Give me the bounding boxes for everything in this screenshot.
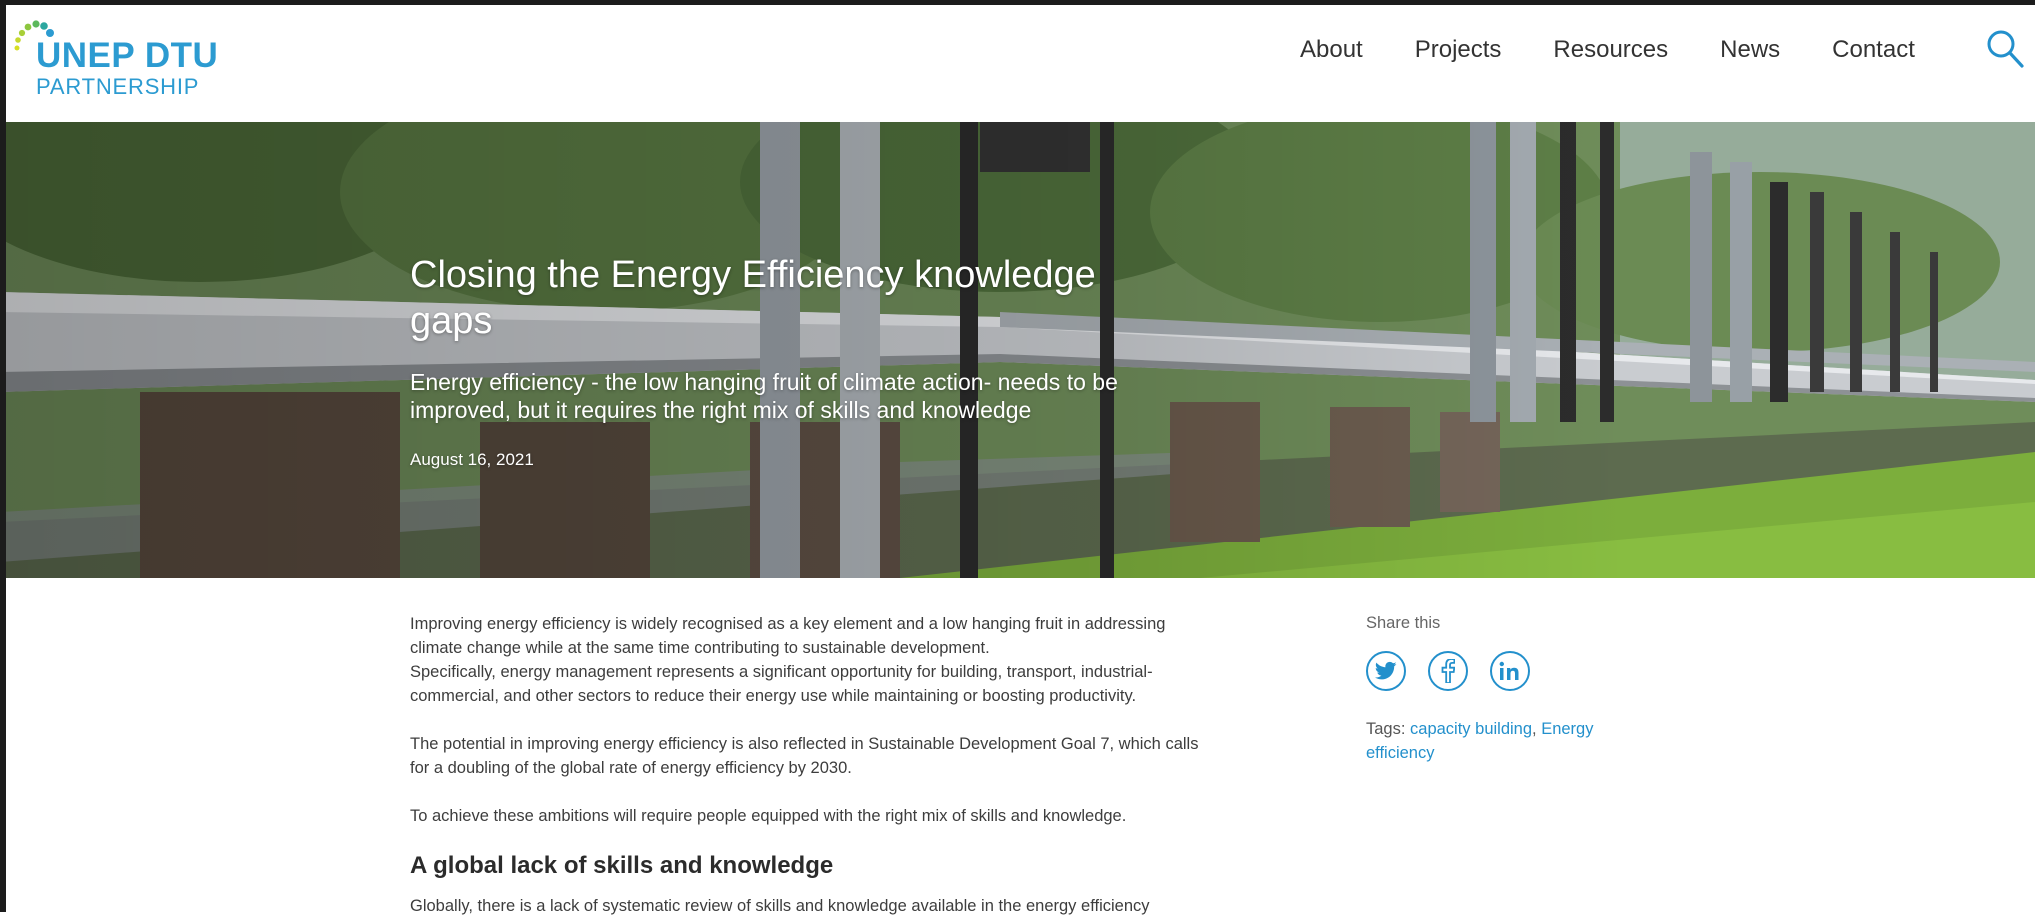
article-paragraph: The potential in improving energy effici… (410, 735, 1199, 777)
article-paragraph-line: Improving energy efficiency is widely re… (410, 615, 1166, 657)
article-paragraph: Improving energy efficiency is widely re… (410, 612, 1210, 708)
publish-date: August 16, 2021 (410, 450, 534, 469)
logo-sub-text: PARTNERSHIP (36, 74, 200, 99)
article-paragraph-line: Specifically, energy management represen… (410, 663, 1153, 705)
tags: Tags: capacity building, Energy efficien… (1366, 717, 1646, 765)
search-button[interactable] (1985, 28, 2025, 70)
unep-dtu-logo[interactable]: UNEP DTU PARTNERSHIP (14, 14, 218, 98)
article-paragraph: To achieve these ambitions will require … (410, 807, 1127, 825)
share-linkedin-button[interactable] (1490, 651, 1530, 691)
article-body: Improving energy efficiency is widely re… (410, 612, 1210, 918)
main-nav: About Projects Resources News Contact (1300, 30, 1915, 70)
page-title: Closing the Energy Efficiency knowledge … (410, 254, 1096, 342)
nav-resources[interactable]: Resources (1553, 30, 1668, 70)
nav-projects[interactable]: Projects (1415, 30, 1502, 70)
hero-banner: Closing the Energy Efficiency knowledge … (0, 122, 2035, 578)
tag-separator: , (1532, 720, 1542, 738)
share-twitter-button[interactable] (1366, 651, 1406, 691)
search-icon (1987, 30, 2024, 68)
logo-main-text: UNEP DTU (36, 36, 219, 75)
site-header: UNEP DTU PARTNERSHIP About Projects Reso… (0, 0, 2035, 122)
share-facebook-button[interactable] (1428, 651, 1468, 691)
nav-about[interactable]: About (1300, 30, 1363, 70)
share-sidebar: Share this Tags: capacity building, Ener… (1366, 614, 1646, 765)
nav-contact[interactable]: Contact (1832, 30, 1915, 70)
section-heading: A global lack of skills and knowledge (410, 852, 834, 879)
share-label: Share this (1366, 614, 1441, 632)
share-icons (1366, 651, 1646, 691)
tags-label: Tags: (1366, 720, 1406, 738)
tag-link[interactable]: capacity building (1410, 720, 1532, 738)
page-subtitle: Energy efficiency - the low hanging frui… (410, 369, 1118, 423)
twitter-icon (1375, 661, 1397, 680)
facebook-icon (1441, 659, 1455, 683)
hero-overlay (0, 122, 2035, 578)
linkedin-icon (1499, 661, 1519, 680)
nav-news[interactable]: News (1720, 30, 1780, 70)
article-paragraph: Globally, there is a lack of systematic … (410, 897, 1150, 915)
